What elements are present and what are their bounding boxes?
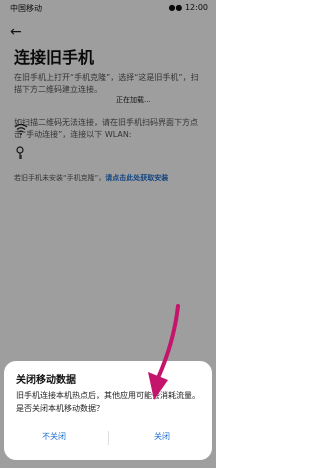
- do-not-close-button[interactable]: 不关闭: [14, 431, 94, 442]
- annotation-arrow-icon: [148, 304, 180, 400]
- button-divider: [108, 431, 109, 445]
- close-button[interactable]: 关闭: [122, 431, 202, 442]
- dialog-title: 关闭移动数据: [16, 375, 76, 386]
